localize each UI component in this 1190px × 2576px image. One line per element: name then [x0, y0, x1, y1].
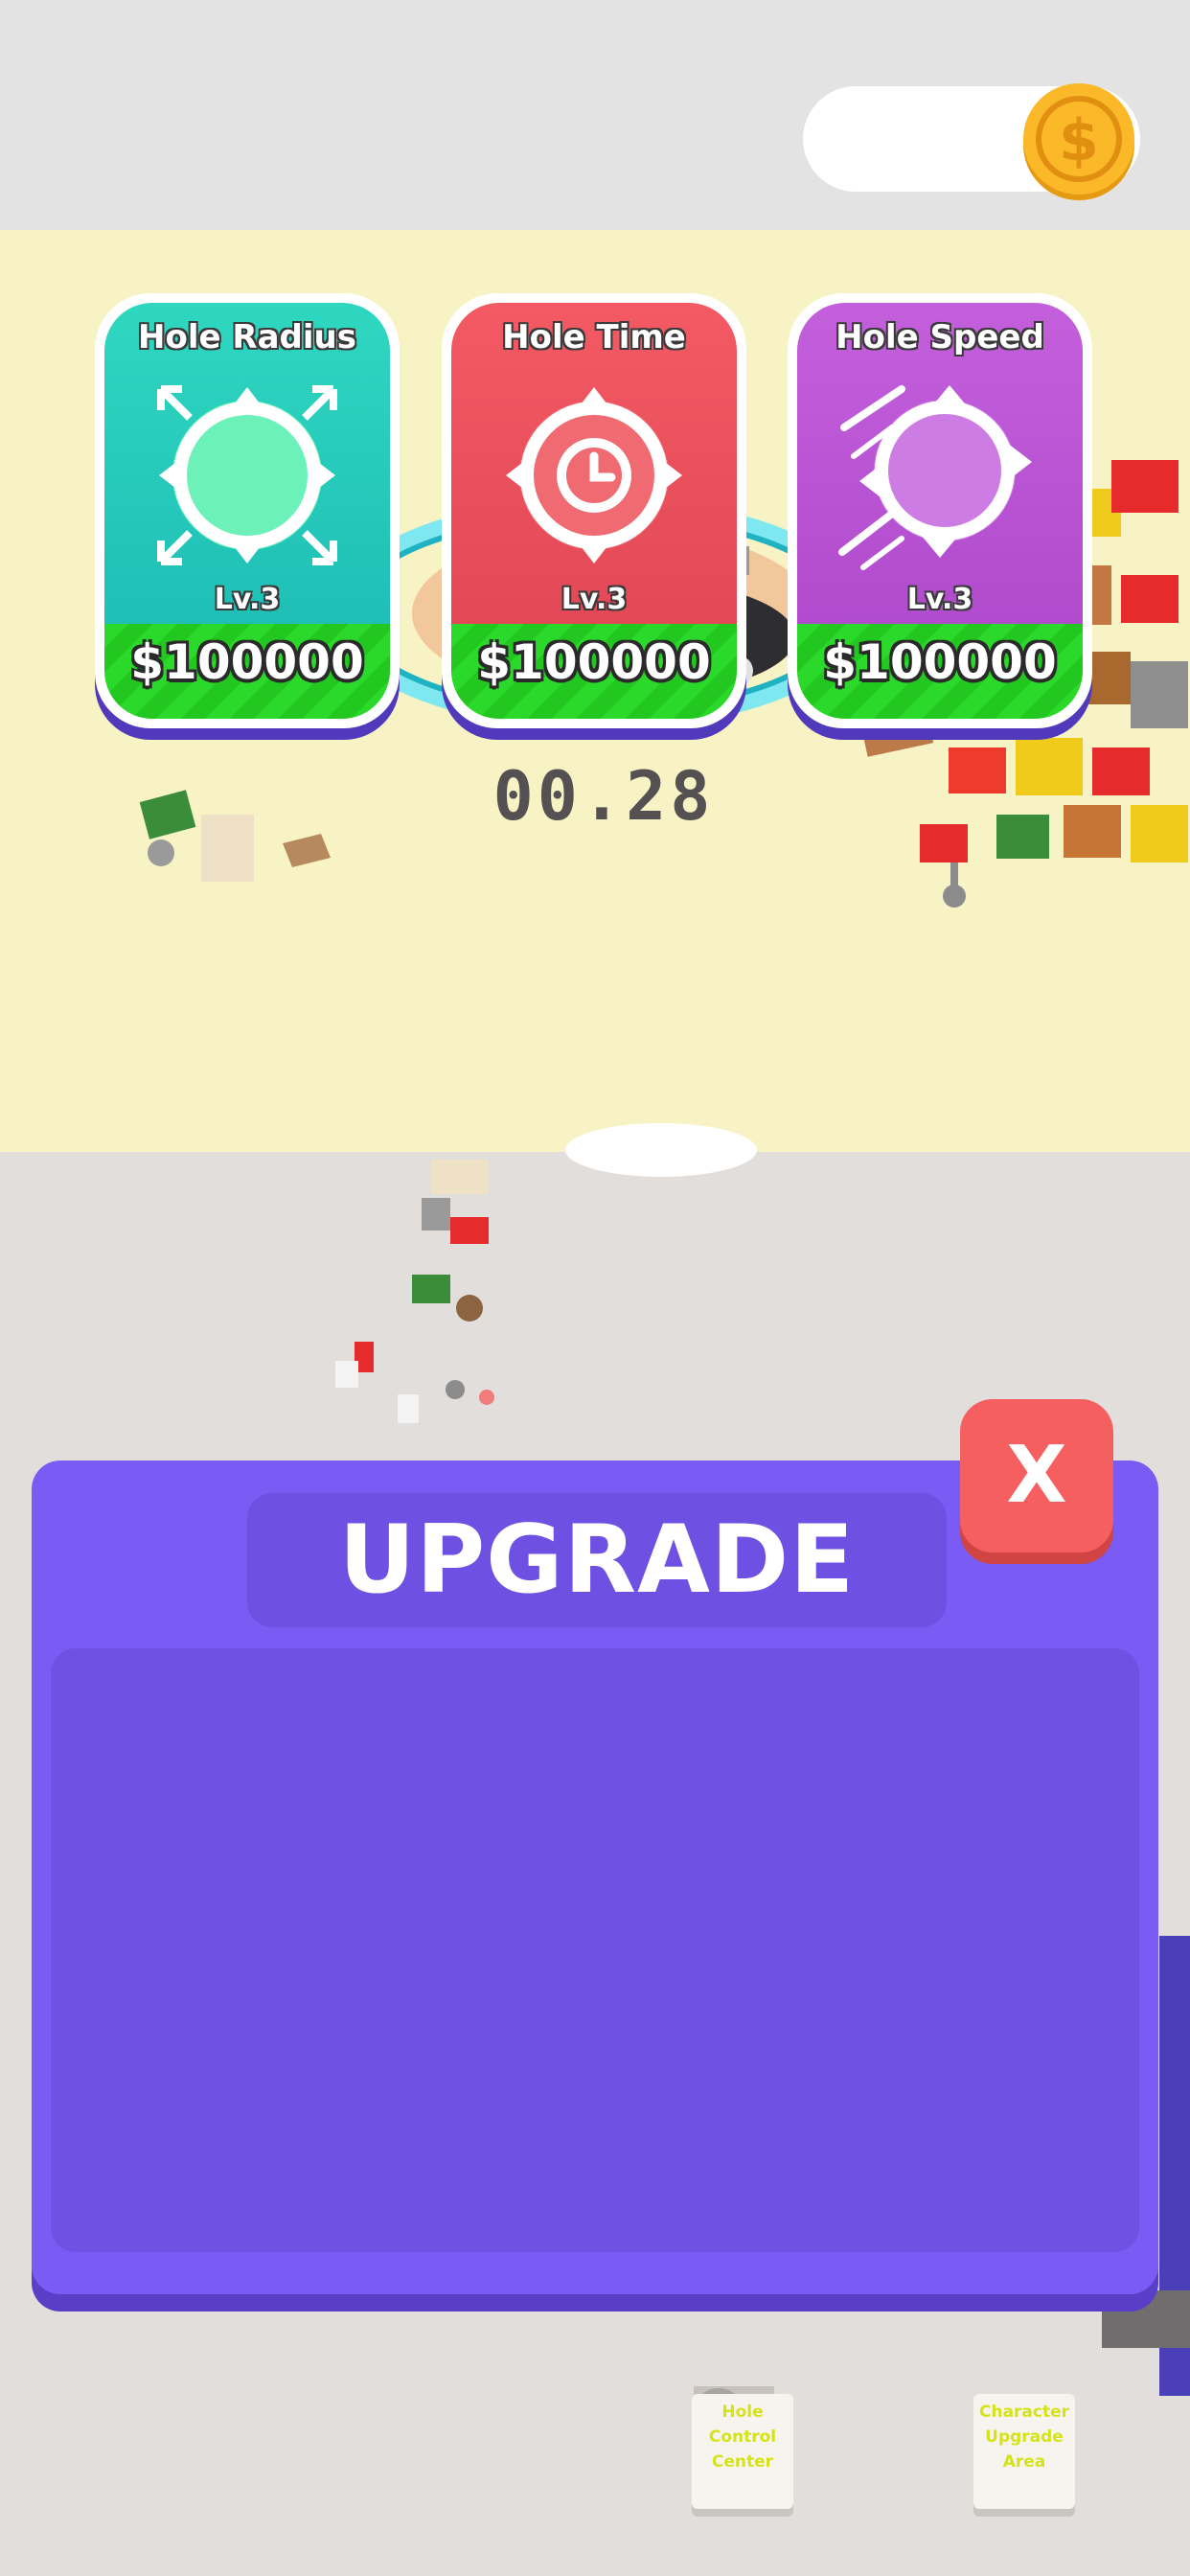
upgrade-card-hole-time[interactable]: Hole Time Lv.3 $100000 — [442, 293, 746, 728]
card-body: Hole Time Lv.3 $100000 — [451, 303, 737, 719]
svg-text:$: $ — [1059, 107, 1099, 174]
card-title: Hole Time — [502, 318, 686, 356]
card-title: Hole Speed — [835, 318, 1044, 356]
upgrade-card-hole-speed[interactable]: Hole Speed Lv.3 $100000 — [788, 293, 1092, 728]
card-body: Hole Radius Lv.3 $100000 — [104, 303, 390, 719]
hole-speed-icon — [838, 385, 1032, 570]
upgrade-title: UPGRADE — [338, 1506, 856, 1615]
upgrade-panel: UPGRADE — [32, 1460, 1158, 2294]
sign-label: Hole Control Center — [708, 2403, 777, 2472]
sign-character-upgrade-area[interactable]: Character Upgrade Area — [973, 2394, 1075, 2509]
card-body: Hole Speed Lv.3 $100000 — [797, 303, 1083, 719]
hole-timer: 00.28 — [492, 757, 715, 836]
hole-time-icon — [506, 387, 682, 564]
dollar-coin-icon: $ — [1023, 83, 1134, 200]
upgrade-card-hole-radius[interactable]: Hole Radius Lv.3 $100000 — [95, 293, 400, 728]
card-price: $100000 — [130, 634, 364, 690]
junk-trail — [335, 1123, 757, 1423]
upgrade-cards-area — [51, 1648, 1139, 2252]
card-title: Hole Radius — [138, 318, 356, 356]
card-level: Lv.3 — [906, 583, 973, 616]
card-level: Lv.3 — [214, 583, 281, 616]
card-price: $100000 — [823, 634, 1057, 690]
wall-shadow — [1102, 2290, 1190, 2348]
sign-hole-control-center[interactable]: Hole Control Center — [692, 2394, 793, 2509]
card-price: $100000 — [477, 634, 711, 690]
close-button[interactable]: X — [960, 1399, 1113, 1552]
sign-label: Character Upgrade Area — [978, 2403, 1070, 2472]
card-level: Lv.3 — [561, 583, 628, 616]
hole-radius-icon — [157, 385, 337, 565]
